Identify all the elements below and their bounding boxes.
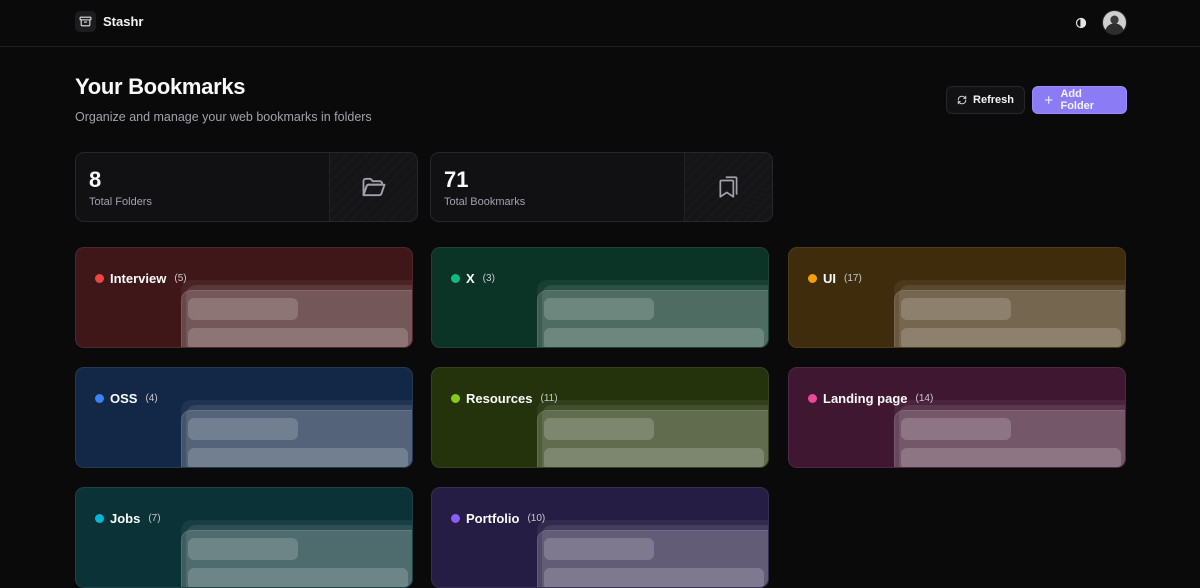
folder-name: UI	[823, 271, 836, 286]
folder-name: Landing page	[823, 391, 908, 406]
folder-count: (3)	[482, 273, 495, 284]
folder-name: X	[466, 271, 475, 286]
theme-toggle-icon[interactable]	[1073, 15, 1089, 31]
refresh-label: Refresh	[973, 94, 1014, 106]
bookmarks-icon	[684, 153, 772, 221]
folder-header: X (3)	[451, 271, 495, 286]
avatar[interactable]	[1102, 10, 1127, 35]
folder-header: OSS (4)	[95, 391, 158, 406]
folder-color-dot	[808, 274, 817, 283]
folder-name: Resources	[466, 391, 533, 406]
folder-count: (10)	[527, 513, 546, 524]
folder-color-dot	[95, 394, 104, 403]
folder-card-x[interactable]: X (3)	[431, 247, 769, 348]
preview-placeholder	[188, 448, 408, 467]
preview-placeholder	[901, 418, 1011, 440]
folder-name: Portfolio	[466, 511, 520, 526]
top-navbar: Stashr	[0, 0, 1200, 47]
preview-placeholder	[544, 298, 654, 320]
folder-count: (5)	[174, 273, 187, 284]
brand-name: Stashr	[103, 14, 144, 29]
preview-placeholder	[188, 298, 298, 320]
folder-header: Portfolio (10)	[451, 511, 545, 526]
archive-icon	[75, 11, 96, 32]
preview-placeholder	[188, 568, 408, 587]
preview-placeholder	[544, 328, 764, 347]
stat-value: 71	[444, 167, 469, 192]
folder-name: Jobs	[110, 511, 141, 526]
folder-color-dot	[95, 274, 104, 283]
stat-card-bookmarks: 71 Total Bookmarks	[430, 152, 773, 222]
stat-label: Total Bookmarks	[444, 196, 526, 208]
folder-card-jobs[interactable]: Jobs (7)	[75, 487, 413, 588]
preview-placeholder	[188, 328, 408, 347]
brand[interactable]: Stashr	[75, 11, 143, 32]
folder-header: Landing page (14)	[808, 391, 933, 406]
folder-color-dot	[451, 514, 460, 523]
refresh-button[interactable]: Refresh	[946, 86, 1025, 114]
preview-placeholder	[188, 538, 298, 560]
folder-icon	[329, 153, 417, 221]
stat-label: Total Folders	[89, 196, 152, 208]
folder-header: Interview (5)	[95, 271, 187, 286]
preview-placeholder	[544, 418, 654, 440]
folder-count: (14)	[915, 393, 934, 404]
preview-placeholder	[544, 568, 764, 587]
preview-placeholder	[544, 448, 764, 467]
stat-card-folders: 8 Total Folders	[75, 152, 418, 222]
folder-card-landing-page[interactable]: Landing page (14)	[788, 367, 1126, 468]
folder-header: Resources (11)	[451, 391, 558, 406]
page-title: Your Bookmarks	[75, 74, 246, 99]
folder-header: Jobs (7)	[95, 511, 161, 526]
preview-placeholder	[901, 298, 1011, 320]
folder-color-dot	[451, 274, 460, 283]
preview-placeholder	[188, 418, 298, 440]
folder-name: OSS	[110, 391, 138, 406]
add-folder-label: Add Folder	[1060, 88, 1095, 112]
folder-header: UI (17)	[808, 271, 862, 286]
folder-color-dot	[95, 514, 104, 523]
folder-card-portfolio[interactable]: Portfolio (10)	[431, 487, 769, 588]
refresh-icon	[957, 95, 967, 105]
preview-placeholder	[901, 448, 1121, 467]
folder-card-ui[interactable]: UI (17)	[788, 247, 1126, 348]
folder-count: (11)	[540, 393, 558, 404]
preview-placeholder	[901, 328, 1121, 347]
folder-color-dot	[808, 394, 817, 403]
folder-color-dot	[451, 394, 460, 403]
folder-name: Interview	[110, 271, 167, 286]
folder-count: (17)	[844, 273, 862, 284]
folder-count: (7)	[148, 513, 161, 524]
page-subtitle: Organize and manage your web bookmarks i…	[75, 110, 372, 124]
folder-card-interview[interactable]: Interview (5)	[75, 247, 413, 348]
stat-value: 8	[89, 167, 102, 192]
plus-icon	[1044, 96, 1053, 104]
folder-count: (4)	[145, 393, 158, 404]
folder-card-resources[interactable]: Resources (11)	[431, 367, 769, 468]
folder-card-oss[interactable]: OSS (4)	[75, 367, 413, 468]
preview-placeholder	[544, 538, 654, 560]
add-folder-button[interactable]: Add Folder	[1032, 86, 1127, 114]
